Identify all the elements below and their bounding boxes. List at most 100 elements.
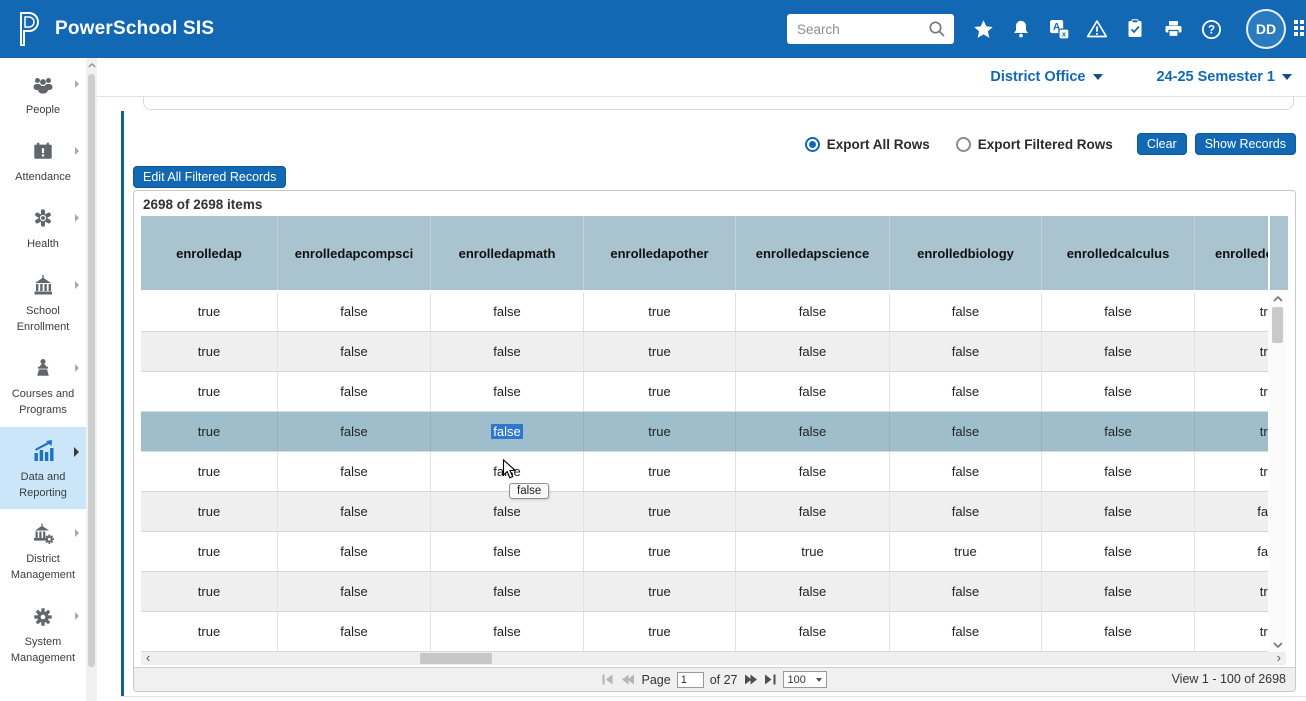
table-cell[interactable]: true — [141, 492, 278, 531]
table-cell[interactable]: false — [1042, 492, 1195, 531]
scroll-right-arrow-icon[interactable]: › — [1277, 650, 1281, 665]
column-header-enrolledcalculus[interactable]: enrolledcalculus — [1042, 216, 1195, 290]
prev-page-button[interactable] — [621, 674, 635, 685]
favorites-star-icon[interactable] — [972, 18, 994, 40]
table-cell[interactable]: false — [736, 452, 890, 491]
sidebar-item-attendance[interactable]: Attendance — [0, 127, 86, 194]
term-selector[interactable]: 24-25 Semester 1 — [1157, 69, 1293, 85]
search-icon[interactable] — [926, 18, 948, 40]
apps-grid-icon[interactable] — [1294, 20, 1306, 38]
table-cell[interactable]: true — [584, 332, 736, 371]
table-cell[interactable]: true — [1195, 572, 1268, 611]
table-row[interactable]: truefalsefalsetruefalsefalsefalsetrue — [141, 572, 1268, 612]
sidebar-item-courses-and-programs[interactable]: Courses and Programs — [0, 344, 86, 427]
table-cell[interactable]: true — [584, 452, 736, 491]
table-cell[interactable]: true — [890, 532, 1042, 571]
table-cell[interactable]: false — [278, 492, 431, 531]
table-cell[interactable]: false — [431, 292, 584, 331]
table-cell[interactable]: true — [141, 612, 278, 651]
table-cell[interactable]: true — [736, 532, 890, 571]
sidebar-item-health[interactable]: Health — [0, 194, 86, 261]
sidebar-item-district-management[interactable]: District Management — [0, 509, 86, 592]
table-cell[interactable]: false — [736, 292, 890, 331]
table-cell[interactable]: true — [1195, 332, 1268, 371]
table-cell[interactable]: false — [1042, 332, 1195, 371]
table-cell[interactable]: false — [278, 372, 431, 411]
table-cell[interactable]: false — [431, 612, 584, 651]
vertical-scrollbar-thumb[interactable] — [1272, 307, 1283, 343]
table-cell[interactable]: false — [736, 372, 890, 411]
search-input[interactable] — [797, 22, 926, 37]
table-cell[interactable]: false — [890, 292, 1042, 331]
sidebar-item-data-and-reporting[interactable]: Data and Reporting — [0, 427, 86, 510]
table-row[interactable]: truefalsefalsetruefalsefalsefalsetrue — [141, 412, 1268, 452]
table-row[interactable]: truefalsefalsetruetruetruefalsefalse — [141, 532, 1268, 572]
table-cell[interactable]: true — [141, 452, 278, 491]
clear-button[interactable]: Clear — [1137, 133, 1187, 155]
column-header-enrolledbiology[interactable]: enrolledbiology — [890, 216, 1042, 290]
table-cell[interactable]: true — [1195, 612, 1268, 651]
table-cell[interactable]: false — [431, 492, 584, 531]
table-cell[interactable]: false — [890, 452, 1042, 491]
table-cell[interactable]: false — [1195, 532, 1268, 571]
table-cell[interactable]: false — [736, 572, 890, 611]
table-cell[interactable]: false — [1042, 372, 1195, 411]
table-cell[interactable]: true — [584, 412, 736, 451]
table-cell[interactable]: true — [141, 572, 278, 611]
horizontal-scrollbar[interactable]: ‹ › — [141, 652, 1286, 665]
table-cell[interactable]: true — [584, 612, 736, 651]
show-records-button[interactable]: Show Records — [1195, 133, 1296, 155]
reports-checklist-icon[interactable] — [1124, 18, 1146, 40]
column-header-enrolledapscience[interactable]: enrolledapscience — [736, 216, 890, 290]
table-cell[interactable]: false — [890, 572, 1042, 611]
scroll-left-arrow-icon[interactable]: ‹ — [146, 650, 150, 665]
sidebar-item-people[interactable]: People — [0, 60, 86, 127]
table-cell[interactable]: false — [431, 372, 584, 411]
table-cell[interactable]: true — [1195, 452, 1268, 491]
table-row[interactable]: truefalsefalsetruefalsefalsefalsetrue — [141, 612, 1268, 652]
table-cell[interactable]: true — [141, 412, 278, 451]
avatar[interactable]: DD — [1248, 11, 1284, 47]
notifications-bell-icon[interactable] — [1010, 18, 1032, 40]
column-header-enrolledchemistry[interactable]: enrolledchemistry — [1195, 216, 1268, 290]
table-cell[interactable]: false — [890, 372, 1042, 411]
table-cell[interactable]: false — [431, 572, 584, 611]
print-icon[interactable] — [1162, 18, 1184, 40]
edit-all-filtered-records-button[interactable]: Edit All Filtered Records — [133, 166, 286, 188]
table-cell[interactable]: false — [890, 332, 1042, 371]
export-all-rows-radio[interactable]: Export All Rows — [805, 137, 930, 152]
table-cell[interactable]: false — [1042, 412, 1195, 451]
table-cell[interactable]: false — [278, 292, 431, 331]
table-cell[interactable]: false — [736, 492, 890, 531]
table-cell[interactable]: false — [431, 412, 584, 451]
table-cell[interactable]: true — [584, 372, 736, 411]
table-row[interactable]: truefalsefalsetruefalsefalsefalsetrue — [141, 292, 1268, 332]
column-header-enrolledapmath[interactable]: enrolledapmath — [431, 216, 584, 290]
table-cell[interactable]: false — [278, 572, 431, 611]
column-header-enrolledapother[interactable]: enrolledapother — [584, 216, 736, 290]
last-page-button[interactable] — [764, 674, 777, 685]
horizontal-scrollbar-thumb[interactable] — [420, 653, 492, 664]
table-cell[interactable]: false — [278, 452, 431, 491]
table-cell[interactable]: true — [1195, 372, 1268, 411]
table-cell[interactable]: true — [141, 332, 278, 371]
table-cell[interactable]: false — [1042, 292, 1195, 331]
table-cell[interactable]: false — [736, 412, 890, 451]
table-cell[interactable]: false — [278, 612, 431, 651]
vertical-scrollbar[interactable] — [1269, 292, 1286, 652]
translate-icon[interactable]: A x — [1048, 18, 1070, 40]
table-cell[interactable]: true — [584, 572, 736, 611]
table-cell[interactable]: false — [278, 332, 431, 371]
page-number-input[interactable] — [677, 672, 704, 688]
table-cell[interactable]: false — [278, 412, 431, 451]
table-cell[interactable]: false — [431, 532, 584, 571]
alerts-warning-icon[interactable] — [1086, 18, 1108, 40]
sidebar-scrollbar-thumb[interactable] — [88, 74, 95, 667]
table-cell[interactable]: false — [1042, 452, 1195, 491]
help-icon[interactable]: ? — [1200, 18, 1222, 40]
export-filtered-rows-radio[interactable]: Export Filtered Rows — [956, 137, 1113, 152]
table-cell[interactable]: false — [890, 492, 1042, 531]
table-cell[interactable]: false — [1195, 492, 1268, 531]
search-box[interactable] — [787, 14, 954, 44]
powerschool-logo-icon[interactable] — [16, 11, 42, 47]
